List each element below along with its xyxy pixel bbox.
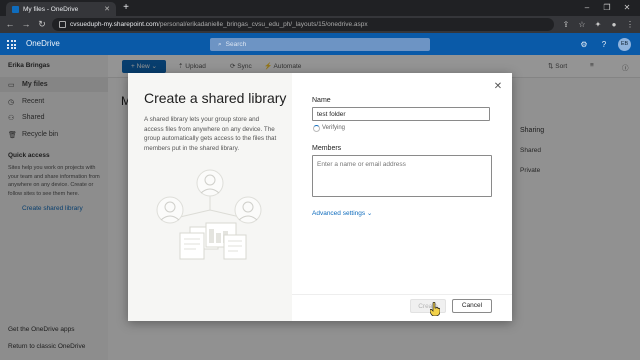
name-label: Name xyxy=(312,97,331,104)
search-placeholder: Search xyxy=(225,41,247,48)
forward-icon[interactable]: → xyxy=(20,18,32,31)
back-icon[interactable]: ← xyxy=(4,18,16,31)
chevron-down-icon: ⌄ xyxy=(365,210,373,217)
browser-menu-icon[interactable]: ⋮ xyxy=(624,18,636,31)
dialog-description: A shared library lets your group store a… xyxy=(144,116,277,152)
advanced-settings-link[interactable]: Advanced settings ⌄ xyxy=(312,209,372,217)
name-input[interactable]: test folder xyxy=(312,107,490,121)
dialog-title: Create a shared library xyxy=(144,90,287,106)
tab-close-icon[interactable]: ✕ xyxy=(104,5,110,13)
settings-gear-icon[interactable]: ⚙ xyxy=(578,38,590,51)
extensions-icon[interactable]: ✦ xyxy=(592,18,604,31)
verifying-status: Verifying xyxy=(322,125,346,131)
brand-name[interactable]: OneDrive xyxy=(26,39,60,48)
search-icon: ⌕ xyxy=(218,41,222,48)
close-window-icon[interactable]: ✕ xyxy=(620,2,634,14)
url-bar[interactable]: cvsueduph-my.sharepoint.com/personal/eri… xyxy=(52,18,554,31)
spinner-icon xyxy=(313,125,320,132)
new-tab-button[interactable]: + xyxy=(120,2,132,14)
bookmark-star-icon[interactable]: ☆ xyxy=(576,18,588,31)
app-launcher-icon[interactable] xyxy=(7,40,16,49)
onedrive-favicon-icon xyxy=(12,5,19,13)
url-domain: cvsueduph-my.sharepoint.com xyxy=(70,21,159,28)
minimize-icon[interactable]: – xyxy=(580,2,594,14)
maximize-icon[interactable]: ❐ xyxy=(600,2,614,14)
tab-title: My files - OneDrive xyxy=(23,5,79,13)
members-label: Members xyxy=(312,145,342,152)
cancel-button[interactable]: Cancel xyxy=(452,299,492,313)
search-box[interactable]: ⌕ Search xyxy=(210,38,430,51)
share-icon[interactable]: ⇪ xyxy=(560,18,572,31)
close-icon[interactable]: ✕ xyxy=(492,81,504,93)
help-icon[interactable]: ? xyxy=(598,38,610,51)
advanced-settings-label: Advanced settings xyxy=(312,210,366,217)
reload-icon[interactable]: ↻ xyxy=(36,18,48,31)
url-path: /personal/erikadanielle_bringas_cvsu_edu… xyxy=(158,21,368,28)
collaboration-illustration xyxy=(156,169,262,260)
lock-icon xyxy=(59,20,66,28)
members-input[interactable]: Enter a name or email address xyxy=(312,155,492,197)
browser-tab[interactable]: My files - OneDrive ✕ xyxy=(6,2,116,16)
avatar[interactable]: EB xyxy=(618,38,631,51)
profile-icon[interactable]: ● xyxy=(608,18,620,31)
hand-cursor-icon xyxy=(430,302,440,316)
create-button[interactable]: Create xyxy=(410,299,446,313)
members-placeholder: Enter a name or email address xyxy=(317,161,406,168)
